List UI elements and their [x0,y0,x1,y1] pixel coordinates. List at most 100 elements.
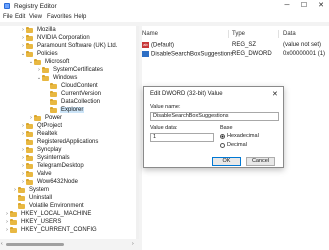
tree-item-label: Syncplay [37,147,62,153]
tree-item-label: Sysinternals [37,155,70,161]
folder-icon [42,66,49,73]
tree-item[interactable]: › Syncplay [20,146,62,154]
radio-decimal[interactable] [220,142,225,148]
folder-icon [42,74,49,81]
value-name-cell: ab (Default) [142,42,174,49]
tree-item[interactable]: › HKEY_CURRENT_CONFIG [4,226,98,234]
value-name: (Default) [151,42,175,49]
folder-icon [26,162,33,169]
tree-item[interactable]: CloudContent [44,82,99,90]
value-name-label: Value name: [150,104,181,110]
column-header-data[interactable]: Data [283,31,296,37]
minimize-button[interactable]: ─ [281,1,293,11]
tree-item-label: HKEY_LOCAL_MACHINE [21,211,92,217]
menu-bar: File Edit View Favorites Help [0,12,329,22]
tree-item[interactable]: › TelegramDesktop [20,162,85,170]
decimal-option[interactable]: Decimal [220,142,247,148]
menu-edit[interactable]: Edit [15,14,25,20]
scroll-left-arrow-icon[interactable]: ‹ [1,241,3,247]
tree-item-selected[interactable]: Explorer [44,106,85,114]
tree-item[interactable]: › Power [28,114,63,122]
menu-help[interactable]: Help [74,14,86,20]
tree-item[interactable]: › Mozilla [20,26,57,34]
tree-item[interactable]: › Wow6432Node [20,178,79,186]
menu-view[interactable]: View [29,14,42,20]
folder-icon [50,106,57,113]
hexadecimal-option[interactable]: Hexadecimal [220,133,259,139]
tree-item[interactable]: › Sysinternals [20,154,71,162]
menu-file[interactable]: File [3,14,13,20]
folder-icon [10,218,17,225]
tree-item[interactable]: RegisteredApplications [20,138,99,146]
close-button[interactable]: ✕ [315,1,327,11]
tree-item-label: CurrentVersion [61,91,102,97]
tree-item-label: Uninstall [29,195,53,201]
tree-item[interactable]: › QtProject [20,122,63,130]
value-data-label: Value data: [150,125,178,131]
value-type: REG_SZ [232,42,257,48]
window-title: Registry Editor [14,3,57,10]
scroll-right-arrow-icon[interactable]: › [132,241,134,247]
tree-item-label: Paramount Software (UK) Ltd. [37,43,118,49]
tree-item-label: HKEY_USERS [21,219,62,225]
column-header-name[interactable]: Name [142,31,158,37]
tree-item[interactable]: › NVIDIA Corporation [20,34,91,42]
tree-item[interactable]: › Paramount Software (UK) Ltd. [20,42,118,50]
tree-item-label: Wow6432Node [37,179,78,185]
maximize-button[interactable]: ☐ [298,1,310,11]
folder-icon [26,154,33,161]
folder-icon [26,130,33,137]
hexadecimal-label: Hexadecimal [227,133,259,139]
folder-icon [26,170,33,177]
tree-item[interactable]: › SystemCertificates [36,66,104,74]
folder-icon [50,98,57,105]
tree-horizontal-scrollbar[interactable]: ‹ › [0,239,139,250]
tree-item[interactable]: Uninstall [12,194,53,202]
scrollbar-thumb[interactable] [6,243,64,246]
base-group: Hexadecimal Decimal [218,127,278,157]
folder-icon [10,226,17,233]
dialog-close-button[interactable]: ✕ [272,90,278,98]
value-name-cell: DisableSearchBoxSuggestions [142,51,233,58]
folder-icon [18,202,25,209]
folder-icon [26,178,33,185]
tree-item-label: Microsoft [45,59,70,65]
tree-item[interactable]: › Realtek [20,130,58,138]
folder-icon [50,82,57,89]
column-divider[interactable] [278,30,279,38]
column-header-type[interactable]: Type [232,31,245,37]
value-row[interactable]: ab (Default) REG_SZ (value not set) [142,42,329,50]
title-bar: Registry Editor ─ ☐ ✕ [0,0,329,12]
tree-item[interactable]: CurrentVersion [44,90,102,98]
tree-item[interactable]: ⌄ Microsoft [28,58,70,66]
value-type: REG_DWORD [232,51,272,57]
tree-item[interactable]: DataCollection [44,98,101,106]
folder-icon [50,90,57,97]
tree-item[interactable]: › System [12,186,50,194]
tree-item[interactable]: › HKEY_LOCAL_MACHINE [4,210,92,218]
folder-icon [26,26,33,33]
key-tree[interactable]: › Mozilla › NVIDIA Corporation › Paramount … [0,26,136,239]
value-name-field[interactable]: DisableSearchBoxSuggestions [150,112,279,121]
tree-item[interactable]: ⌄ Policies [20,50,59,58]
value-row[interactable]: DisableSearchBoxSuggestions REG_DWORD 0x… [142,51,329,59]
ok-button[interactable]: OK [212,157,241,166]
ab-string-icon: ab [142,42,149,48]
radio-hexadecimal[interactable] [220,133,225,139]
decimal-label: Decimal [227,142,247,148]
column-divider[interactable] [228,30,229,38]
tree-item-label: Explorer [60,107,85,113]
tree-item[interactable]: › HKEY_USERS [4,218,62,226]
folder-icon [26,138,33,145]
menu-favorites[interactable]: Favorites [47,14,72,20]
value-data-field[interactable]: 1 [150,133,214,142]
tree-item-label: DataCollection [61,99,101,105]
tree-item-label: TelegramDesktop [37,163,84,169]
registry-editor-icon [4,3,10,9]
tree-item[interactable]: › Valve [20,170,53,178]
tree-item[interactable]: ⌄ Windows [36,74,78,82]
tree-item[interactable]: Volatile Environment [12,202,85,210]
cancel-button[interactable]: Cancel [246,157,275,166]
tree-item-label: HKEY_CURRENT_CONFIG [21,227,97,233]
folder-icon [26,42,33,49]
